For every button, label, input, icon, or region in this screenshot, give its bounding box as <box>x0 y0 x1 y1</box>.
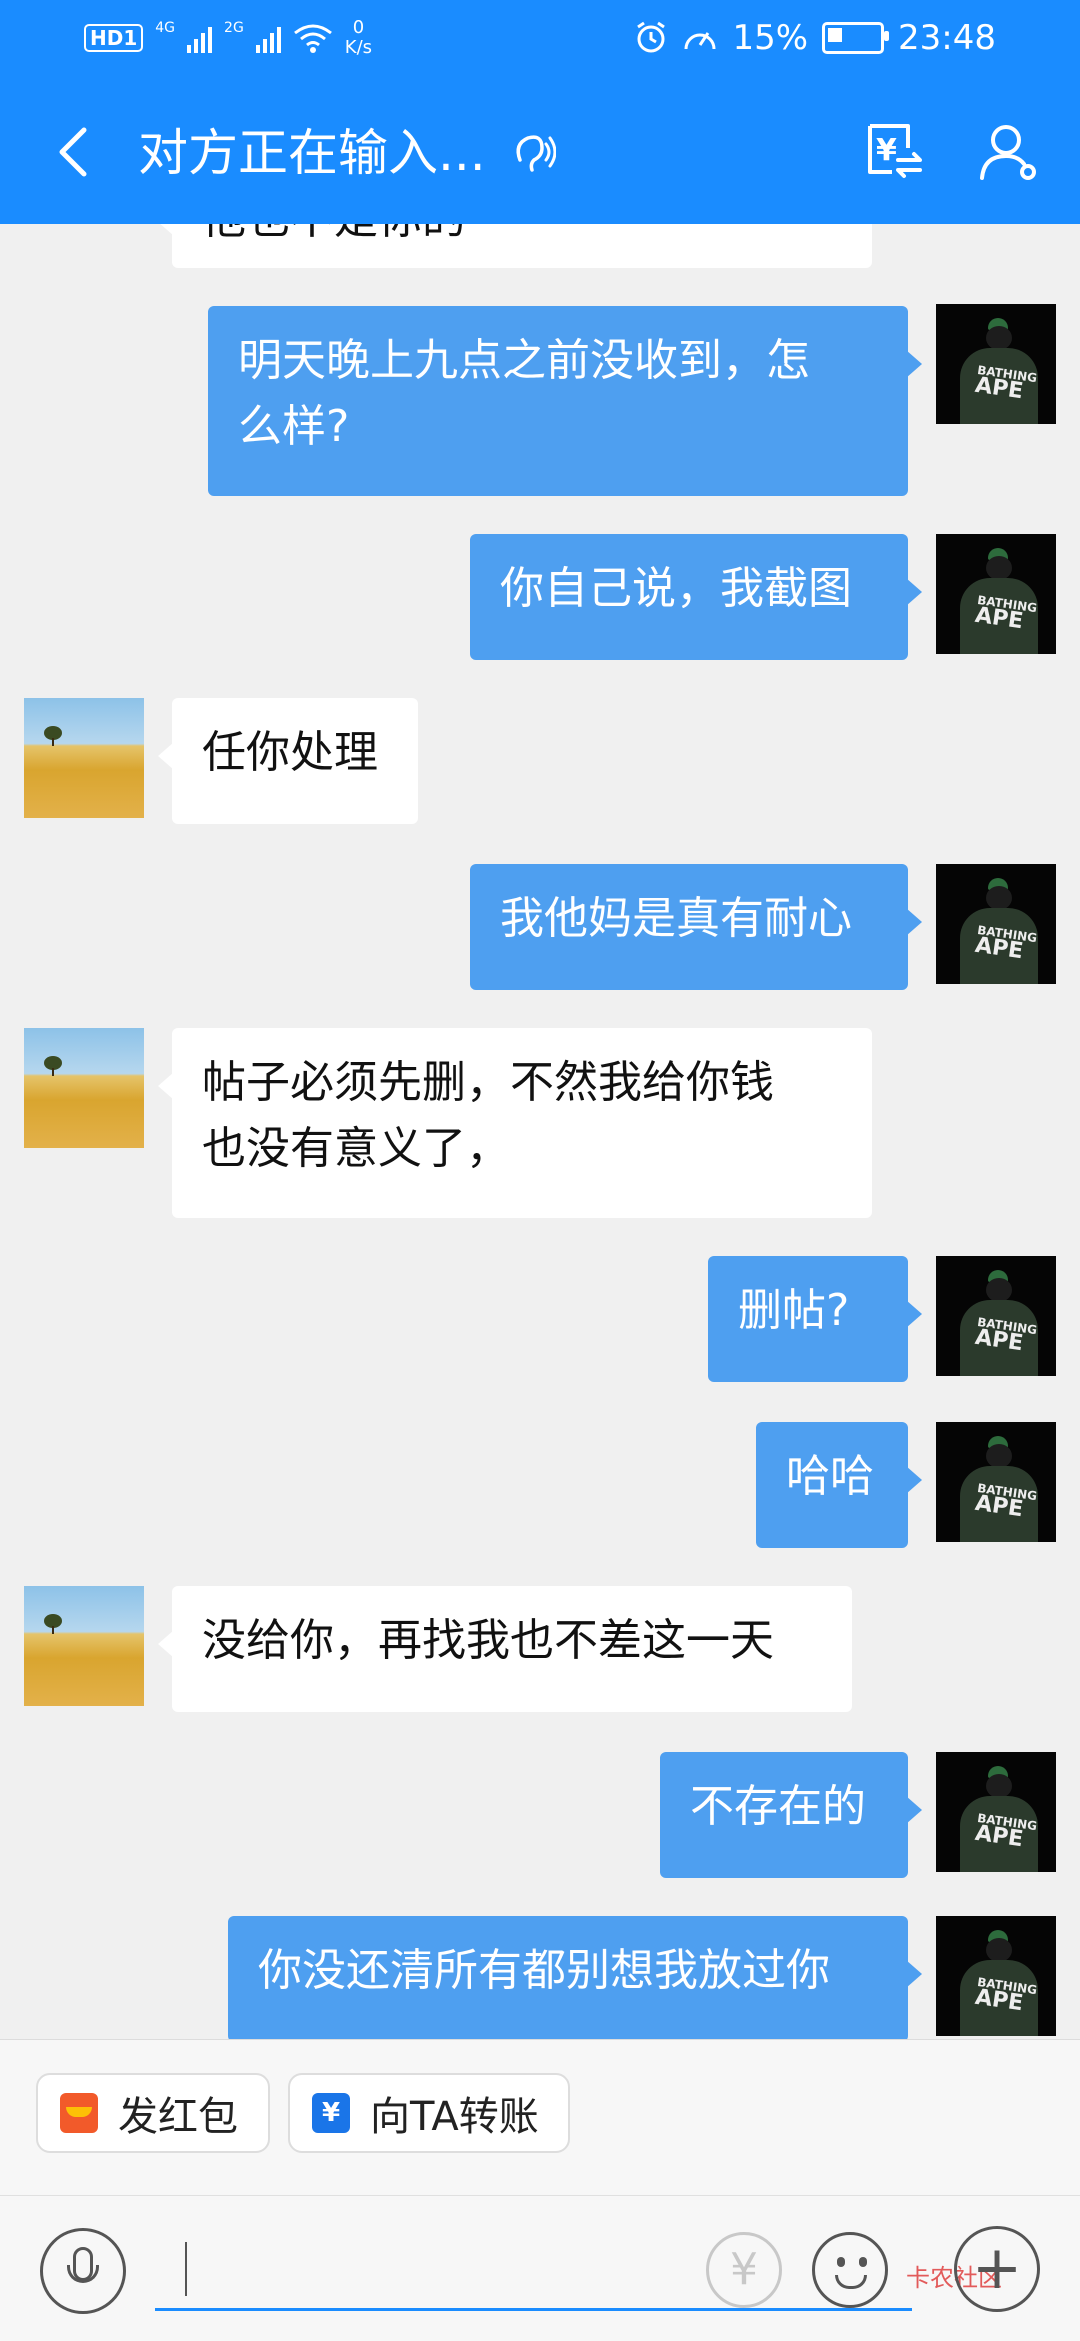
battery-percent: 15% <box>732 18 809 58</box>
wifi-icon <box>293 24 332 53</box>
my-avatar[interactable]: BATHING APE <box>936 1422 1056 1542</box>
message-outgoing[interactable]: 哈哈 <box>756 1422 922 1548</box>
input-bar: ¥ 卡农社区 + <box>0 2196 1080 2341</box>
message-text: 么样? <box>238 401 350 452</box>
message-text: 不存在的 <box>690 1781 866 1832</box>
red-packet-button[interactable]: 发红包 <box>36 2073 270 2153</box>
chat-message-list[interactable]: 他也不是你的 明天晚上九点之前没收到，怎么样? BATHINGAPE 你自己说，… <box>0 224 1080 2039</box>
my-avatar[interactable]: BATHING APE <box>936 864 1056 984</box>
message-input[interactable] <box>155 2236 912 2311</box>
message-text: 我他妈是真有耐心 <box>500 893 852 944</box>
my-avatar[interactable]: BATHING APE <box>936 304 1056 424</box>
quick-actions: 发红包 ¥ 向TA转账 <box>0 2040 1080 2196</box>
my-avatar[interactable]: BATHING APE <box>936 534 1056 654</box>
signal-icon <box>255 23 281 53</box>
signal-icon <box>187 23 213 53</box>
voice-input-icon[interactable] <box>40 2228 126 2314</box>
my-avatar[interactable]: BATHING APE <box>936 1256 1056 1376</box>
transfer-money-icon[interactable]: ¥ <box>862 120 924 182</box>
message-text: 你没还清所有都别想我放过你 <box>258 1945 830 1996</box>
svg-text:¥: ¥ <box>876 133 897 168</box>
plus-icon[interactable]: + <box>954 2226 1040 2312</box>
hd-badge: HD1 <box>84 24 144 52</box>
message-outgoing[interactable]: 不存在的 <box>660 1752 922 1878</box>
message-text: 哈哈 <box>786 1451 874 1502</box>
user-profile-icon[interactable] <box>978 120 1040 182</box>
yen-payment-icon[interactable]: ¥ <box>706 2232 782 2308</box>
speedometer-icon <box>684 32 716 50</box>
message-text: 任你处理 <box>202 727 378 778</box>
text-cursor <box>185 2242 187 2296</box>
transfer-icon: ¥ <box>312 2093 350 2133</box>
message-incoming[interactable]: 没给你，再找我也不差这一天 <box>158 1586 852 1712</box>
message-text: 帖子必须先删，不然我给你钱 <box>202 1057 774 1108</box>
message-incoming[interactable]: 任你处理 <box>158 698 418 824</box>
message-text: 也没有意义了， <box>202 1123 510 1174</box>
ear-icon[interactable] <box>510 130 556 176</box>
message-incoming[interactable]: 帖子必须先删，不然我给你钱 也没有意义了， <box>158 1028 872 1218</box>
clock: 23:48 <box>898 18 996 58</box>
message-text: 明天晚上九点之前没收到，怎 <box>238 335 810 386</box>
chat-header: 对方正在输入... ¥ <box>0 82 1080 224</box>
message-outgoing[interactable]: 我他妈是真有耐心 <box>470 864 922 990</box>
network-type-2: 2G <box>224 20 244 36</box>
emoji-icon[interactable] <box>812 2232 888 2308</box>
message-text: 你自己说，我截图 <box>500 563 852 614</box>
message-outgoing[interactable]: 删帖? <box>708 1256 922 1382</box>
back-icon[interactable] <box>50 122 100 182</box>
network-type-1: 4G <box>155 20 176 36</box>
network-speed: 0 K/s <box>344 17 373 58</box>
message-outgoing[interactable]: 你没还清所有都别想我放过你 <box>228 1916 922 2039</box>
message-text: 删帖? <box>738 1285 850 1336</box>
status-bar: HD1 4G 2G 0 K/s 15% 23:48 <box>0 0 1080 82</box>
message-outgoing[interactable]: 明天晚上九点之前没收到，怎 么样? <box>208 306 922 496</box>
transfer-label: 向TA转账 <box>370 2094 539 2140</box>
top-bar: HD1 4G 2G 0 K/s 15% 23:48 对方正在输入... ¥ <box>0 0 1080 224</box>
red-packet-label: 发红包 <box>118 2094 238 2140</box>
red-packet-icon <box>60 2093 98 2133</box>
battery-icon <box>822 22 890 54</box>
chat-title: 对方正在输入... <box>138 124 486 182</box>
contact-avatar[interactable] <box>24 1586 144 1706</box>
message-incoming[interactable]: 他也不是你的 <box>158 224 872 268</box>
contact-avatar[interactable] <box>24 1028 144 1148</box>
contact-avatar[interactable] <box>24 698 144 818</box>
transfer-button[interactable]: ¥ 向TA转账 <box>288 2073 570 2153</box>
bottom-panel: 发红包 ¥ 向TA转账 ¥ 卡农社区 + <box>0 2039 1080 2341</box>
message-outgoing[interactable]: 你自己说，我截图 <box>470 534 922 660</box>
my-avatar[interactable]: BATHING APE <box>936 1916 1056 2036</box>
my-avatar[interactable]: BATHING APE <box>936 1752 1056 1872</box>
alarm-icon <box>637 21 666 53</box>
message-text: 他也不是你的 <box>202 224 466 244</box>
message-text: 没给你，再找我也不差这一天 <box>202 1615 774 1666</box>
